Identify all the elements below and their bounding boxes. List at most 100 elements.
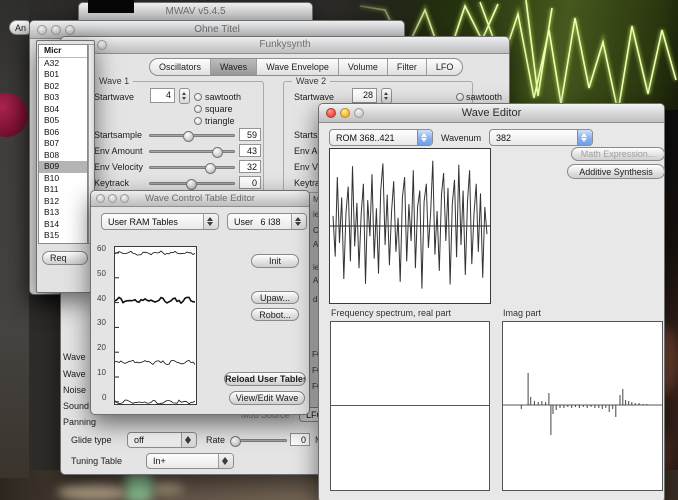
real-spectrum-label: Frequency spectrum, real part xyxy=(331,308,452,318)
env-velocity-slider[interactable] xyxy=(149,162,235,174)
startsample-slider[interactable] xyxy=(149,130,235,142)
wavenum-popup[interactable]: 382 xyxy=(489,129,593,146)
list-item[interactable]: B03 xyxy=(39,92,87,104)
keytrack-slider[interactable] xyxy=(149,178,235,190)
robot-button[interactable]: Robot... xyxy=(251,308,299,321)
startwave2-label: Startwave xyxy=(294,92,335,102)
rate-slider[interactable] xyxy=(229,435,287,447)
list-item[interactable]: B04 xyxy=(39,104,87,116)
rom-range-popup[interactable]: ROM 368..421 xyxy=(329,129,433,146)
close-icon[interactable] xyxy=(96,194,105,203)
list-item[interactable]: B02 xyxy=(39,81,87,93)
tab-volume[interactable]: Volume xyxy=(337,59,387,75)
list-item[interactable]: B08 xyxy=(39,150,87,162)
tuning-table-popup[interactable]: In+ xyxy=(146,453,234,469)
list-item[interactable]: A32 xyxy=(39,58,87,70)
list-item[interactable]: B06 xyxy=(39,127,87,139)
wavenum-label: Wavenum xyxy=(441,133,482,143)
tab-waves[interactable]: Waves xyxy=(210,59,257,75)
startwave2-stepper[interactable] xyxy=(381,88,392,104)
minimize-icon[interactable] xyxy=(108,194,117,203)
keytrack-value[interactable]: 0 xyxy=(239,176,261,189)
env-amount-slider[interactable] xyxy=(149,146,235,158)
list-item[interactable]: B05 xyxy=(39,115,87,127)
imag-spectrum-label: Imag part xyxy=(503,308,542,318)
square-radio[interactable] xyxy=(194,105,202,113)
list-item[interactable]: B14 xyxy=(39,219,87,231)
wave2-legend: Wave 2 xyxy=(292,76,331,86)
tuning-table-label: Tuning Table xyxy=(71,456,123,466)
glide-type-popup[interactable]: off xyxy=(127,432,197,448)
wave1-group: Wave 1 Startwave 4 sawtooth square trian… xyxy=(86,76,264,193)
list-item[interactable]: B07 xyxy=(39,138,87,150)
close-icon[interactable] xyxy=(37,25,47,35)
tab-wave-envelope[interactable]: Wave Envelope xyxy=(256,59,338,75)
real-spectrum-display[interactable] xyxy=(330,321,490,491)
math-expression-button: Math Expression... xyxy=(571,147,665,161)
startwave2-field[interactable]: 28 xyxy=(352,88,377,103)
list-box: Micr A32 B01 B02 B03 B04 B05 B06 B07 B08… xyxy=(38,44,88,244)
sawtooth-radio[interactable] xyxy=(194,93,202,101)
reload-user-tables-button[interactable]: Reload User Tables xyxy=(224,372,306,386)
tab-filter[interactable]: Filter xyxy=(386,59,426,75)
sawtooth2-radio[interactable] xyxy=(456,93,464,101)
tab-oscillators[interactable]: Oscillators xyxy=(150,59,210,75)
minimize-icon[interactable] xyxy=(51,25,61,35)
wave-control-table-editor-window[interactable]: Wave Control Table Editor User RAM Table… xyxy=(90,190,310,415)
zoom-icon[interactable] xyxy=(354,108,364,118)
zoom-icon[interactable] xyxy=(65,25,75,35)
waveform-display[interactable] xyxy=(329,148,491,304)
analyze-button[interactable]: An xyxy=(9,20,29,35)
clipped-fragment: d xyxy=(313,295,318,304)
wave-editor-window[interactable]: Wave Editor ROM 368..421 Wavenum 382 Mat… xyxy=(318,103,665,500)
red-knob[interactable] xyxy=(0,93,28,137)
env-amount-value[interactable]: 43 xyxy=(239,144,261,157)
ytick-20: 20 xyxy=(97,343,106,352)
list-item[interactable]: B16 xyxy=(39,242,87,244)
list-item[interactable]: B10 xyxy=(39,173,87,185)
microtuning-list-panel[interactable]: Micr A32 B01 B02 B03 B04 B05 B06 B07 B08… xyxy=(36,40,95,293)
wave1-legend: Wave 1 xyxy=(95,76,134,86)
list-item-selected[interactable]: B09 xyxy=(39,161,87,173)
additive-synthesis-button[interactable]: Additive Synthesis xyxy=(567,164,665,179)
sawtooth2-radio-label: sawtooth xyxy=(466,92,503,102)
ytick-60: 60 xyxy=(97,244,106,253)
sawtooth-radio-label: sawtooth xyxy=(205,92,242,102)
sound-row-label: Sound xyxy=(63,401,90,411)
table-bank-popup[interactable]: User RAM Tables xyxy=(101,213,219,230)
ytick-30: 30 xyxy=(97,318,106,327)
list-item[interactable]: B12 xyxy=(39,196,87,208)
tab-lfo[interactable]: LFO xyxy=(425,59,463,75)
request-button[interactable]: Req xyxy=(42,251,88,265)
zoom-icon[interactable] xyxy=(97,40,107,50)
ytick-0: 0 xyxy=(102,393,107,402)
startsample-value[interactable]: 59 xyxy=(239,128,261,141)
upaw-button[interactable]: Upaw... xyxy=(251,291,299,304)
glide-type-label: Glide type xyxy=(71,435,112,445)
wave-editor-titlebar[interactable]: Wave Editor xyxy=(319,104,664,123)
triangle-radio-label: triangle xyxy=(205,116,235,126)
list-item[interactable]: B15 xyxy=(39,230,87,242)
list-item[interactable]: B11 xyxy=(39,184,87,196)
rate-value[interactable]: 0 xyxy=(290,433,310,446)
table-user-popup[interactable]: User 6 I38 xyxy=(227,213,307,230)
list-item[interactable]: B01 xyxy=(39,69,87,81)
triangle-radio[interactable] xyxy=(194,117,202,125)
minimize-icon[interactable] xyxy=(340,108,350,118)
noise-row-label: Noise xyxy=(63,385,87,395)
startwave-stepper[interactable] xyxy=(179,88,190,104)
rate-label: Rate xyxy=(206,435,226,445)
startwave-field[interactable]: 4 xyxy=(150,88,175,103)
wave-row-label: Wave xyxy=(63,369,86,379)
init-button[interactable]: Init xyxy=(251,254,299,268)
view-edit-wave-button[interactable]: View/Edit Wave xyxy=(229,391,305,405)
list-item[interactable]: B13 xyxy=(39,207,87,219)
funkysynth-titlebar[interactable]: Funkysynth xyxy=(61,37,509,54)
table-plot[interactable] xyxy=(114,246,197,405)
zoom-icon[interactable] xyxy=(120,194,129,203)
imag-spectrum-display[interactable] xyxy=(502,321,663,491)
close-icon[interactable] xyxy=(326,108,336,118)
env-velocity-value[interactable]: 32 xyxy=(239,160,261,173)
ytick-40: 40 xyxy=(97,294,106,303)
list-header: Micr xyxy=(39,45,87,58)
